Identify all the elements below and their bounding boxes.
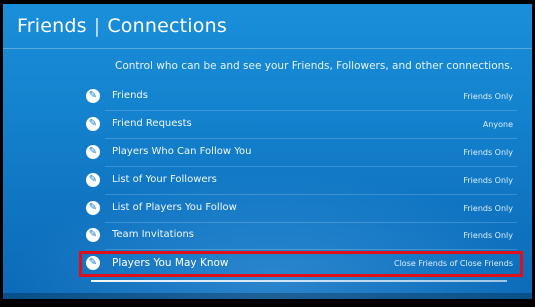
row-divider: [105, 166, 517, 167]
setting-label: List of Players You Follow: [112, 202, 237, 213]
page-description: Control who can be and see your Friends,…: [115, 60, 514, 72]
row-divider: [105, 110, 517, 111]
setting-label: Team Invitations: [112, 229, 195, 240]
wrench-icon: ✎: [86, 201, 100, 215]
setting-row-list-of-your-followers[interactable]: ✎ List of Your Followers Friends Only: [83, 171, 517, 195]
setting-value: Anyone: [482, 120, 513, 129]
page-title-section: Connections: [107, 15, 227, 37]
settings-panel: Friends | Connections Control who can be a…: [3, 4, 532, 299]
wrench-icon: ✎: [86, 173, 100, 187]
wrench-icon: ✎: [86, 89, 100, 103]
wrench-icon: ✎: [86, 256, 100, 270]
wrench-icon: ✎: [86, 228, 100, 242]
setting-value: Friends Only: [463, 204, 513, 213]
setting-value: Friends Only: [463, 92, 513, 101]
screen: Friends | Connections Control who can be a…: [0, 0, 535, 307]
setting-label: Players Who Can Follow You: [112, 146, 252, 157]
bottom-shade: [3, 293, 532, 299]
setting-row-players-you-may-know[interactable]: ✎ Players You May Know Close Friends of …: [83, 254, 517, 282]
row-divider: [105, 249, 517, 250]
setting-label: List of Your Followers: [112, 174, 217, 185]
page-title: Friends | Connections: [17, 15, 227, 37]
setting-value: Friends Only: [463, 148, 513, 157]
setting-label: Friend Requests: [112, 118, 192, 129]
setting-row-players-who-can-follow-you[interactable]: ✎ Players Who Can Follow You Friends Onl…: [83, 143, 517, 167]
wrench-icon: ✎: [86, 117, 100, 131]
setting-row-friend-requests[interactable]: ✎ Friend Requests Anyone: [83, 115, 517, 139]
wrench-icon: ✎: [86, 145, 100, 159]
setting-row-friends[interactable]: ✎ Friends Friends Only: [83, 87, 517, 111]
setting-row-team-invitations[interactable]: ✎ Team Invitations Friends Only: [83, 226, 517, 250]
row-divider: [105, 138, 517, 139]
row-divider: [105, 222, 517, 223]
header-divider: [3, 48, 532, 49]
setting-label: Friends: [112, 90, 148, 101]
setting-value: Friends Only: [463, 231, 513, 240]
selection-underline: [91, 280, 507, 282]
setting-value: Friends Only: [463, 176, 513, 185]
setting-row-list-of-players-you-follow[interactable]: ✎ List of Players You Follow Friends Onl…: [83, 199, 517, 223]
setting-label: Players You May Know: [112, 257, 229, 269]
title-separator: |: [93, 15, 101, 37]
page-title-main: Friends: [17, 15, 87, 37]
setting-value: Close Friends of Close Friends: [393, 259, 513, 268]
row-divider: [105, 194, 517, 195]
